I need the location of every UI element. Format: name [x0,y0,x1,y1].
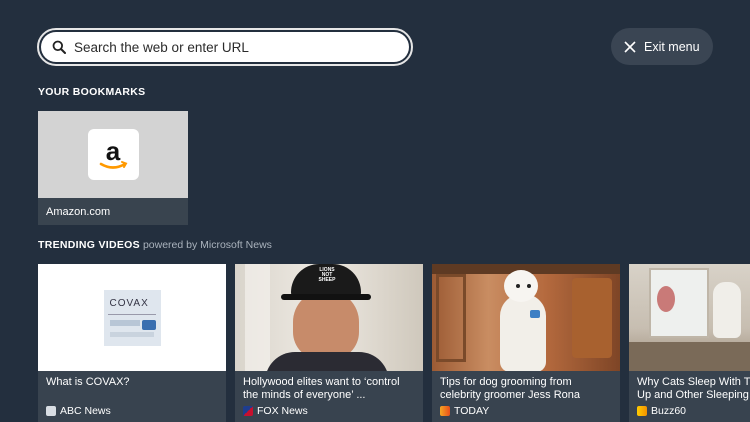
cat-image [713,282,741,338]
video-thumbnail [629,264,750,371]
video-title: Why Cats Sleep With Their Up and Other S… [637,376,750,401]
amazon-logo-icon: a [87,129,139,180]
video-source: ABC News [46,405,218,417]
video-title: What is COVAX? [46,376,130,388]
close-icon [624,40,636,53]
video-thumbnail [432,264,620,371]
buzz60-icon [637,406,647,416]
search-input[interactable] [74,39,374,55]
video-card-dog-grooming[interactable]: Tips for dog grooming from celebrity gro… [432,264,620,422]
today-icon [440,406,450,416]
video-title: Tips for dog grooming from celebrity gro… [440,376,581,401]
search-bar[interactable] [37,28,413,66]
exit-menu-button[interactable]: Exit menu [611,28,713,65]
fox-news-icon [243,406,253,416]
bookmarks-heading: YOUR BOOKMARKS [38,86,146,98]
video-info: Why Cats Sleep With Their Up and Other S… [629,371,750,422]
video-thumbnail: COVAX [38,264,226,371]
video-info: Hollywood elites want to ‘control the mi… [235,371,423,422]
video-card-covax[interactable]: COVAX What is COVAX? ABC News [38,264,226,422]
video-card-hollywood[interactable]: LIONS NOT SHEEP Hollywood elites want to… [235,264,423,422]
search-field[interactable] [41,32,409,62]
video-title: Hollywood elites want to ‘control the mi… [243,376,400,401]
video-source: TODAY [440,405,612,417]
cap-image: LIONS NOT SHEEP [291,264,361,298]
bookmark-thumbnail: a [38,111,188,198]
dog-image [500,294,546,371]
video-source: Buzz60 [637,405,750,417]
powered-by-label: powered by Microsoft News [142,239,272,251]
search-icon [51,39,67,55]
exit-menu-label: Exit menu [644,39,700,54]
video-info: What is COVAX? ABC News [38,371,226,422]
bookmark-label: Amazon.com [38,198,188,225]
video-card-cats-sleep[interactable]: Why Cats Sleep With Their Up and Other S… [629,264,750,422]
person-shirt [265,352,389,371]
video-info: Tips for dog grooming from celebrity gro… [432,371,620,422]
video-thumbnail: LIONS NOT SHEEP [235,264,423,371]
svg-text:a: a [106,136,121,166]
person-face [293,290,359,360]
covax-sticker-image: COVAX [103,289,161,346]
bookmark-tile-amazon[interactable]: a Amazon.com [38,111,188,225]
trending-heading: TRENDING VIDEOS powered by Microsoft News [38,239,272,251]
video-source: FOX News [243,405,415,417]
flowers-image [657,286,675,312]
abc-news-icon [46,406,56,416]
